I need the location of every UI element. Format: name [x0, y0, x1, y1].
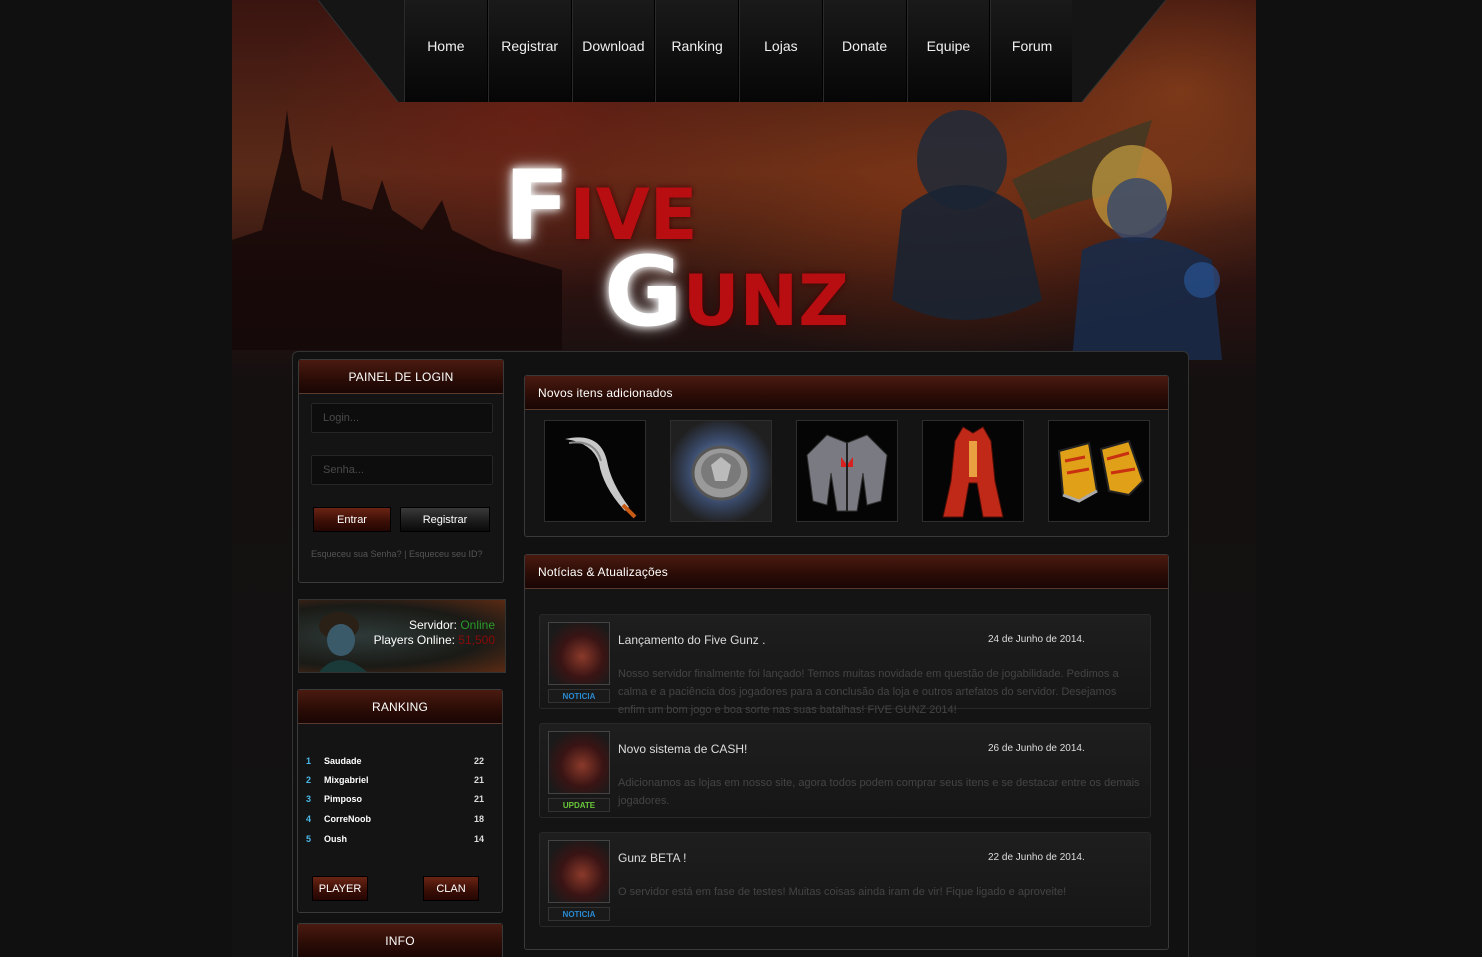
ranking-row[interactable]: 5 Oush 14: [306, 834, 484, 850]
password-input[interactable]: [311, 455, 493, 485]
server-label: Servidor:: [408, 618, 457, 632]
news-avatar: [548, 731, 610, 794]
login-panel-title: PAINEL DE LOGIN: [299, 360, 503, 394]
server-online-status: Online: [460, 618, 495, 632]
logo-initial-g: G: [604, 236, 683, 348]
server-status-text: Servidor: Online Players Online: 51,500: [374, 618, 495, 648]
ranking-row[interactable]: 1 Saudade 22: [306, 756, 484, 772]
nav-forum[interactable]: Forum: [990, 0, 1074, 102]
rank-score: 22: [473, 756, 484, 766]
nav-right-wing: [1072, 0, 1166, 102]
player-ranking-button[interactable]: PLAYER: [312, 876, 368, 901]
rank-position: 4: [306, 814, 312, 824]
news-date: 24 de Junho de 2014.: [988, 634, 1085, 645]
login-input[interactable]: [311, 403, 493, 433]
scythe-icon: [565, 437, 637, 519]
news-date: 26 de Junho de 2014.: [988, 743, 1085, 754]
rank-score: 14: [473, 834, 484, 844]
new-items-panel: Novos itens adicionados: [524, 375, 1169, 537]
forgot-id-link[interactable]: Esqueceu seu ID?: [409, 549, 483, 559]
news-date: 22 de Junho de 2014.: [988, 852, 1085, 863]
rank-player-name: Pimposo: [324, 794, 363, 804]
rank-position: 2: [306, 775, 312, 785]
rank-player-name: Saudade: [324, 756, 362, 766]
ranking-row[interactable]: 2 Mixgabriel 21: [306, 775, 484, 791]
news-panel-title: Notícias & Atualizações: [525, 555, 1168, 589]
rank-player-name: CorreNoob: [324, 814, 371, 824]
news-title[interactable]: Lançamento do Five Gunz .: [618, 633, 765, 647]
logo-text-unz: UNZ: [682, 260, 849, 342]
nav-ranking[interactable]: Ranking: [655, 0, 739, 102]
item-slot[interactable]: [1048, 420, 1150, 522]
rank-score: 21: [473, 794, 484, 804]
rank-player-name: Oush: [324, 834, 348, 844]
news-avatar: [548, 840, 610, 903]
nav-equipe[interactable]: Equipe: [906, 0, 991, 102]
news-title[interactable]: Gunz BETA !: [618, 851, 686, 865]
server-status-box: Servidor: Online Players Online: 51,500: [298, 599, 506, 673]
ranking-panel-title: RANKING: [298, 690, 502, 724]
rank-position: 5: [306, 834, 312, 844]
register-button[interactable]: Registrar: [400, 507, 490, 532]
news-post[interactable]: UPDATE Novo sistema de CASH! 26 de Junho…: [539, 723, 1151, 818]
logo-initial-f: F: [504, 150, 570, 262]
enter-button[interactable]: Entrar: [313, 507, 391, 532]
forgot-password-link[interactable]: Esqueceu sua Senha?: [311, 549, 402, 559]
news-tag: NOTICIA: [548, 689, 610, 703]
news-panel: Notícias & Atualizações NOTICIA Lançamen…: [524, 554, 1169, 950]
news-post[interactable]: NOTICIA Lançamento do Five Gunz . 24 de …: [539, 614, 1151, 716]
login-panel: PAINEL DE LOGIN Entrar Registrar Esquece…: [298, 359, 504, 583]
news-post[interactable]: NOTICIA Gunz BETA ! 22 de Junho de 2014.…: [539, 832, 1151, 927]
news-tag: NOTICIA: [548, 907, 610, 921]
news-tag: UPDATE: [548, 798, 610, 812]
nav-donate[interactable]: Donate: [822, 0, 907, 102]
news-body: Nosso servidor finalmente foi lançado! T…: [618, 668, 1119, 716]
forgot-links: Esqueceu sua Senha? | Esqueceu seu ID?: [311, 549, 483, 559]
item-slot[interactable]: [670, 420, 772, 522]
jacket-icon: [806, 434, 888, 512]
coin-icon: [691, 445, 751, 501]
nav-registrar[interactable]: Registrar: [487, 0, 572, 102]
rank-score: 18: [473, 814, 484, 824]
nav-download[interactable]: Download: [571, 0, 656, 102]
nav-left-wing: [318, 0, 408, 102]
rank-score: 21: [473, 775, 484, 785]
clan-ranking-button[interactable]: CLAN: [423, 876, 479, 901]
info-panel-title: INFO: [298, 924, 502, 957]
flame-shoes-icon: [1057, 439, 1145, 503]
ranking-row[interactable]: 3 Pimposo 21: [306, 794, 484, 810]
rank-position: 3: [306, 794, 312, 804]
news-title[interactable]: Novo sistema de CASH!: [618, 742, 747, 756]
forgot-separator: |: [404, 549, 407, 559]
rank-position: 1: [306, 756, 312, 766]
ranking-panel: RANKING 1 Saudade 22 2 Mixgabriel 21 3 P…: [297, 689, 503, 913]
server-character-art: [319, 612, 367, 672]
red-coat-icon: [942, 426, 1004, 518]
players-online-count: 51,500: [458, 633, 495, 647]
news-body: Adicionamos as lojas em nosso site, agor…: [618, 777, 1140, 807]
new-items-title: Novos itens adicionados: [525, 376, 1168, 410]
rank-player-name: Mixgabriel: [324, 775, 369, 785]
nav-lojas[interactable]: Lojas: [739, 0, 823, 102]
item-slot[interactable]: [796, 420, 898, 522]
news-body: O servidor está em fase de testes! Muita…: [618, 886, 1067, 898]
ranking-row[interactable]: 4 CorreNoob 18: [306, 814, 484, 830]
item-slot[interactable]: [544, 420, 646, 522]
top-navigation: Home Registrar Download Ranking Lojas Do…: [318, 0, 1166, 102]
nav-menu: Home Registrar Download Ranking Lojas Do…: [404, 0, 1074, 102]
info-panel: INFO: [297, 923, 503, 957]
item-slot[interactable]: [922, 420, 1024, 522]
players-online-label: Players Online:: [373, 633, 455, 647]
site-logo: FIVE GUNZ: [500, 150, 920, 348]
nav-home[interactable]: Home: [404, 0, 488, 102]
news-avatar: [548, 622, 610, 685]
